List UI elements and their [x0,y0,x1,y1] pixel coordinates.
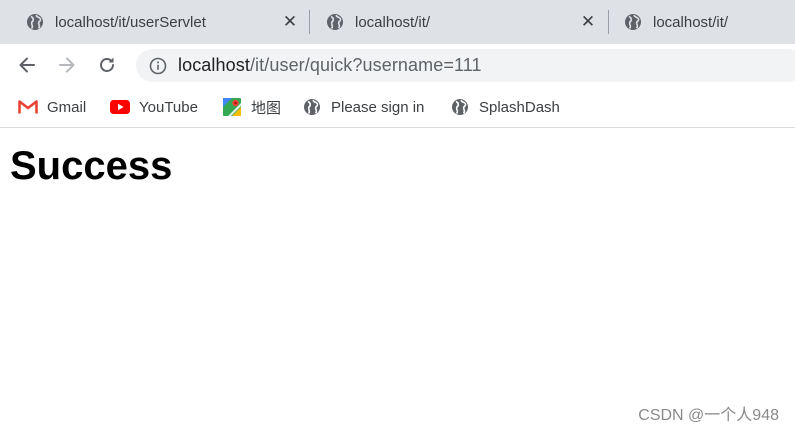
globe-icon [302,97,322,117]
bookmark-label: Please sign in [331,98,425,116]
maps-icon [222,97,242,117]
toolbar: localhost/it/user/quick?username=111 [0,44,795,86]
url-text[interactable]: localhost/it/user/quick?username=111 [178,55,482,76]
bookmark-please-sign-in[interactable]: Please sign in [302,86,424,128]
globe-icon [450,97,470,117]
arrow-right-icon [59,57,75,73]
bookmark-youtube[interactable]: YouTube [110,86,198,128]
arrow-left-icon [19,57,35,73]
forward-button[interactable] [55,53,79,77]
gmail-icon [18,97,38,117]
bookmark-label: YouTube [139,98,198,116]
tab-strip: localhost/it/userServlet ✕ localhost/it/… [0,0,795,44]
page-heading: Success [10,144,173,188]
close-tab-icon[interactable]: ✕ [578,12,598,32]
bookmarks-bar: Gmail YouTube 地图 Please sign in SplashDa… [0,86,795,128]
globe-icon [625,14,641,30]
bookmark-label: 地图 [251,99,282,117]
url-host: localhost [178,55,250,75]
youtube-icon [110,97,130,117]
bookmark-splashdash[interactable]: SplashDash [450,86,560,128]
bookmark-label: Gmail [47,98,87,116]
globe-icon [27,14,43,30]
tab-it-2[interactable]: localhost/it/ [598,0,795,44]
tab-title: localhost/it/ [355,13,431,31]
reload-button[interactable] [95,53,119,77]
globe-icon [327,14,343,30]
bookmark-maps[interactable]: 地图 [222,86,281,128]
back-button[interactable] [15,53,39,77]
info-icon[interactable] [149,57,167,75]
tab-userservlet[interactable]: localhost/it/userServlet ✕ [0,0,305,44]
url-path: /it/user/quick?username=111 [249,55,482,75]
close-tab-icon[interactable]: ✕ [280,12,300,32]
tab-title: localhost/it/ [653,13,729,31]
tab-title: localhost/it/userServlet [55,13,206,31]
bookmark-gmail[interactable]: Gmail [18,86,86,128]
address-bar[interactable]: localhost/it/user/quick?username=111 [136,49,795,82]
reload-icon [100,57,114,72]
bookmark-label: SplashDash [479,98,560,116]
tab-it-1[interactable]: localhost/it/ ✕ [300,0,605,44]
watermark: CSDN @一个人948 [638,407,779,424]
